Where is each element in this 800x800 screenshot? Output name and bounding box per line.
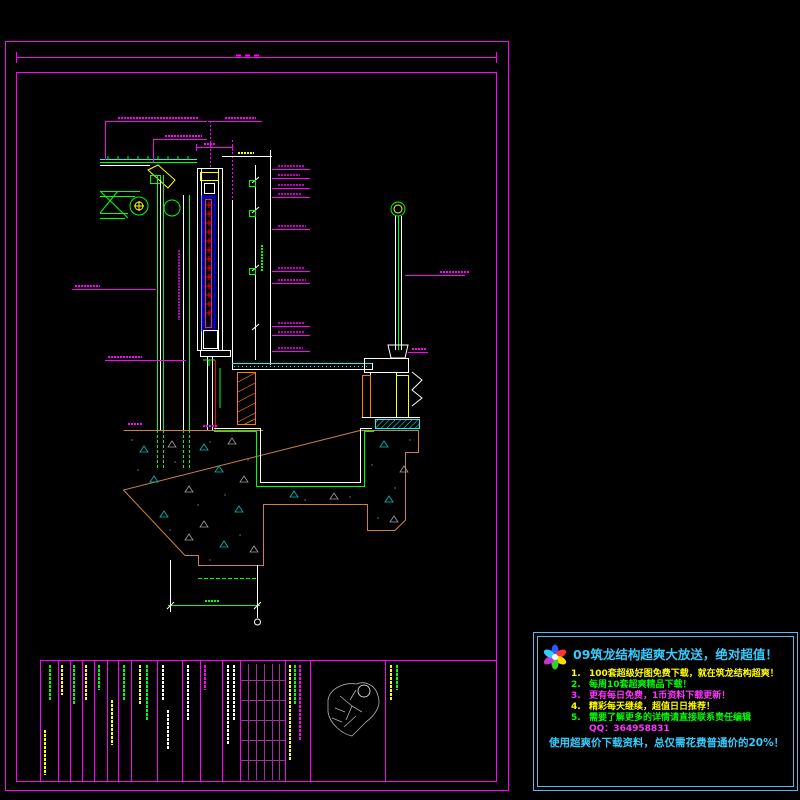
post-green-lines xyxy=(157,175,190,430)
concrete-foundation xyxy=(122,430,419,566)
ad-list-item: 5. 需要了解更多的详情请直接联系责任编辑 xyxy=(571,713,751,724)
curb-left-layer xyxy=(362,375,371,418)
right-leader-lines xyxy=(272,169,310,352)
ad-list-item: 3. 更有每日免费，1币资料下载更新！ xyxy=(571,691,730,702)
wall-top-block xyxy=(204,183,215,194)
ad-item-text: 100套超级好图免费下载，就在筑龙结构超爽！ xyxy=(589,669,779,679)
wall-cap xyxy=(200,172,219,181)
concrete-hatch-cyan xyxy=(139,440,394,548)
window-frame-inner xyxy=(205,199,212,328)
wall-base-lines xyxy=(207,356,213,430)
title-block-text-marks xyxy=(44,665,398,775)
post-top-ring xyxy=(390,201,406,217)
top-handrail xyxy=(100,156,197,166)
logo-center xyxy=(552,654,558,660)
concrete-dots xyxy=(131,439,411,561)
ad-list-item: 2. 每周10套超爽精品下载！ xyxy=(571,680,692,691)
leader-line xyxy=(105,121,262,162)
railing-post xyxy=(387,201,470,359)
brick-hatch xyxy=(237,372,256,425)
ad-footer: 使用超爽价下载资料，总仅需花费普通价的20%！ xyxy=(549,737,785,749)
dimension-lines-right xyxy=(232,150,310,365)
brick-outline xyxy=(237,372,256,425)
ad-item-number: 5. xyxy=(571,713,581,723)
leader-dashed-line xyxy=(210,121,233,200)
ad-item-text: 需要了解更多的详情请直接联系责任编辑 xyxy=(589,713,752,723)
support-posts xyxy=(157,175,190,470)
vertical-reference-lines xyxy=(232,150,271,365)
channel-membrane xyxy=(214,431,374,487)
left-leader-lines xyxy=(72,289,186,361)
section-detail-drawing xyxy=(72,117,470,626)
wall-sill xyxy=(203,330,218,349)
dimension-markers xyxy=(249,180,256,275)
reference-point xyxy=(254,618,261,626)
post-leader-lines xyxy=(405,275,465,353)
grating-cover-slab xyxy=(232,363,373,370)
drainage-channel xyxy=(214,428,374,487)
curb-cap xyxy=(364,358,409,373)
dimension-extension-lines xyxy=(170,560,258,618)
window-wall-unit xyxy=(197,168,231,430)
title-block-table xyxy=(240,664,285,780)
rotated-text-mark-yellow xyxy=(44,665,392,775)
ad-item-text: 更有每日免费，1币资料下载更新！ xyxy=(589,691,731,701)
ad-item-number: 2. xyxy=(571,680,581,690)
brick-support xyxy=(237,372,256,425)
arm-frame xyxy=(99,190,140,219)
wall-base xyxy=(200,350,231,357)
curb-right-layer xyxy=(396,375,409,418)
left-leader-text-marks xyxy=(75,285,217,427)
break-line xyxy=(411,371,423,407)
title-block xyxy=(40,660,497,782)
ad-list-item: 4. 精彩每天继续，超值日日推荐！ xyxy=(571,702,715,713)
site-plan-paths xyxy=(331,689,363,728)
clamp-bracket xyxy=(147,164,176,189)
secondary-pivot xyxy=(163,199,181,217)
dimension-top xyxy=(196,144,233,151)
post-leader-text-marks xyxy=(412,271,470,350)
post-embedded-lines xyxy=(157,430,190,470)
right-leader-text-marks xyxy=(278,165,306,349)
curb-body xyxy=(370,372,397,418)
promo-ad-box: 09筑龙结构超爽大放送，绝对超值！ 1. 100套超级好图免费下载，就在筑龙结构超… xyxy=(533,632,798,791)
ad-list-item: 1. 100套超级好图免费下载，就在筑龙结构超爽！ xyxy=(571,669,779,680)
pivot-cross xyxy=(134,201,144,211)
ad-contact-qq: QQ：364958831 xyxy=(589,724,670,734)
site-plan-thumbnail xyxy=(327,682,380,737)
ad-item-text: 每周10套超爽精品下载！ xyxy=(589,680,692,690)
vertical-dimension-line xyxy=(251,165,260,360)
ad-heading: 09筑龙结构超爽大放送，绝对超值！ xyxy=(573,647,778,662)
post-top-cap xyxy=(393,204,403,214)
left-leaders xyxy=(72,250,217,427)
concrete-hatch-gray xyxy=(167,437,409,553)
wall-base-green-marks xyxy=(203,359,221,408)
bottom-dimensions xyxy=(166,560,262,626)
swing-arm-mechanism xyxy=(99,164,181,219)
site-plan-outline xyxy=(327,682,380,737)
foundation-outline xyxy=(122,430,419,566)
ad-item-number: 4. xyxy=(571,702,581,712)
rotated-text-mark-white xyxy=(162,665,235,750)
ad-item-number: 3. xyxy=(571,691,581,701)
paving-strip xyxy=(375,419,420,429)
site-plan-plaza xyxy=(357,684,371,698)
channel-lining xyxy=(214,428,372,483)
top-scale-line xyxy=(16,52,497,63)
ad-item-text: 精彩每天继续，超值日日推荐！ xyxy=(589,702,716,712)
ad-item-number: 1. xyxy=(571,669,581,679)
pinwheel-logo-icon xyxy=(543,644,567,670)
